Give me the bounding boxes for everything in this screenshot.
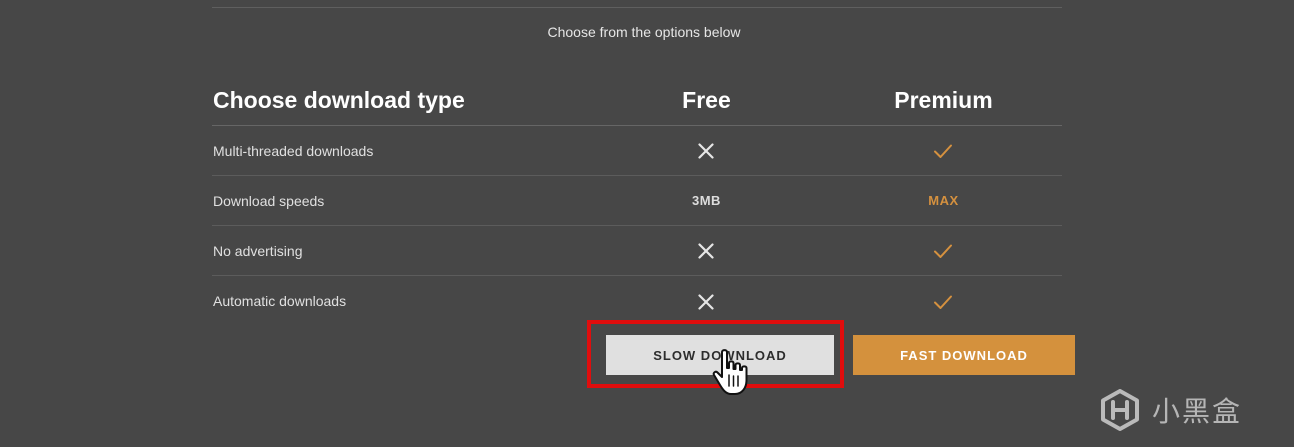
table-row: No advertising — [212, 226, 1062, 276]
heybox-logo-icon — [1101, 389, 1139, 431]
cross-icon — [698, 243, 715, 259]
fast-download-button[interactable]: FAST DOWNLOAD — [853, 335, 1075, 375]
row-label: Automatic downloads — [213, 293, 347, 309]
premium-speed-value: MAX — [928, 193, 959, 208]
table-row: Multi-threaded downloads — [212, 126, 1062, 176]
cross-icon — [698, 143, 715, 159]
row-label: Download speeds — [213, 192, 325, 209]
table-row: Download speeds 3MB MAX — [212, 176, 1062, 226]
check-icon — [934, 295, 953, 309]
row-label: No advertising — [213, 242, 303, 259]
subtitle: Choose from the options below — [547, 24, 741, 40]
header-label: Choose download type — [213, 87, 465, 113]
table-header: Choose download type Free Premium — [212, 76, 1062, 126]
check-icon — [934, 144, 953, 159]
table-row: Automatic downloads — [212, 276, 1062, 326]
cross-icon — [698, 294, 715, 310]
top-divider — [212, 7, 1062, 8]
header-free: Free — [682, 87, 731, 113]
row-label: Multi-threaded downloads — [213, 142, 374, 159]
check-icon — [934, 244, 953, 259]
watermark: 小黑盒 — [1098, 388, 1242, 432]
hand-pointer-icon — [712, 349, 748, 395]
comparison-table: Choose download type Free Premium Multi-… — [212, 76, 1062, 326]
watermark-text: 小黑盒 — [1152, 395, 1243, 428]
header-premium: Premium — [894, 87, 993, 113]
free-speed-value: 3MB — [691, 193, 721, 208]
